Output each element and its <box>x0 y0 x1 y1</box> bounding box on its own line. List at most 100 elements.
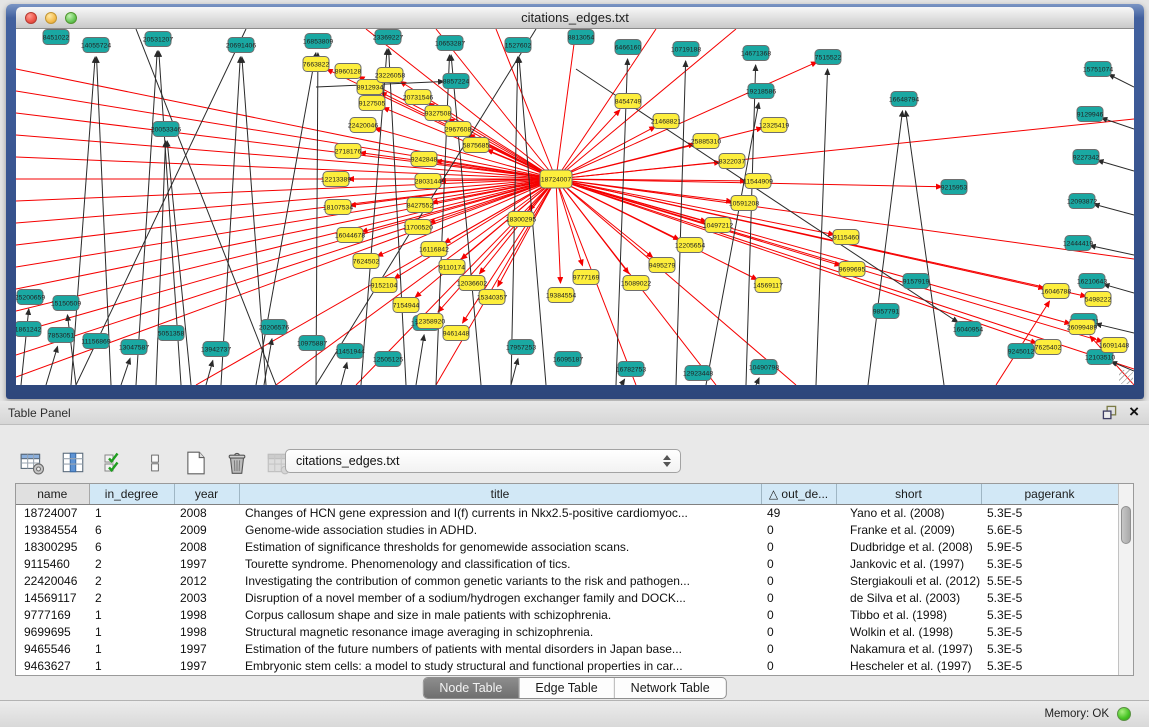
table-cell[interactable]: 0 <box>761 521 836 538</box>
table-cell[interactable]: 9699695 <box>16 623 89 640</box>
graph-node[interactable]: 25885310 <box>691 134 721 149</box>
graph-node[interactable]: 8960128 <box>335 64 362 79</box>
graph-node[interactable]: 13942737 <box>201 342 231 357</box>
graph-edge-black[interactable] <box>906 111 944 385</box>
graph-edge-red[interactable] <box>16 69 556 179</box>
graph-node[interactable]: 1861242 <box>16 322 41 337</box>
table-row[interactable]: 1872400712008Changes of HCN gene express… <box>16 504 1118 521</box>
delete-column-icon[interactable] <box>223 449 251 477</box>
graph-node[interactable]: 9215953 <box>941 180 968 195</box>
table-cell[interactable]: 0 <box>761 555 836 572</box>
graph-node[interactable]: 10591208 <box>729 196 759 211</box>
graph-edge-black[interactable] <box>136 51 157 385</box>
table-cell[interactable]: 9463627 <box>16 657 89 674</box>
tab-node-table[interactable]: Node Table <box>423 678 519 698</box>
table-row[interactable]: 1830029562008Estimation of significance … <box>16 538 1118 555</box>
table-cell[interactable]: 1 <box>89 623 174 640</box>
graph-node[interactable]: 12325419 <box>759 118 789 133</box>
table-cell[interactable]: Corpus callosum shape and size in male p… <box>239 606 761 623</box>
graph-edge-black[interactable] <box>868 111 903 385</box>
table-cell[interactable]: 9115460 <box>16 555 89 572</box>
graph-edge-black[interactable] <box>1094 204 1134 215</box>
float-panel-icon[interactable] <box>1102 405 1117 420</box>
graph-node[interactable]: 12036602 <box>457 276 487 291</box>
graph-node[interactable]: 11451944 <box>335 344 365 359</box>
graph-edge-red[interactable] <box>556 29 576 179</box>
graph-edge-black[interactable] <box>1096 324 1134 333</box>
graph-node[interactable]: 16116842 <box>419 242 449 257</box>
table-cell[interactable]: 0 <box>761 657 836 674</box>
graph-node[interactable]: 9495279 <box>649 258 676 273</box>
graph-edge-black[interactable] <box>756 378 759 385</box>
graph-edge-red[interactable] <box>556 179 1037 343</box>
graph-node[interactable]: 16648794 <box>889 92 919 107</box>
graph-node[interactable]: 9242848 <box>411 152 438 167</box>
table-cell[interactable]: Changes of HCN gene expression and I(f) … <box>239 504 761 521</box>
graph-node[interactable]: 12213389 <box>321 172 351 187</box>
table-cell[interactable]: 5.3E-5 <box>981 555 1118 572</box>
table-row[interactable]: 946362711997Embryonic stem cells: a mode… <box>16 657 1118 674</box>
table-cell[interactable]: Stergiakouli et al. (2012) <box>836 572 981 589</box>
column-header-in-degree[interactable]: in_degree <box>89 484 174 504</box>
graph-node[interactable]: 16782753 <box>616 362 646 377</box>
graph-node[interactable]: 8322037 <box>719 154 746 169</box>
graph-node[interactable]: 14055724 <box>81 38 111 53</box>
graph-node[interactable]: 9857791 <box>873 304 900 319</box>
table-row[interactable]: 1938455462009Genome-wide association stu… <box>16 521 1118 538</box>
graph-edge-black[interactable] <box>206 361 213 385</box>
graph-node[interactable]: 1527602 <box>505 38 532 53</box>
graph-node[interactable]: 19218586 <box>746 84 776 99</box>
table-cell[interactable]: Tourette syndrome. Phenomenology and cla… <box>239 555 761 572</box>
graph-node[interactable]: 10975887 <box>297 336 327 351</box>
table-cell[interactable]: 5.3E-5 <box>981 589 1118 606</box>
table-cell[interactable]: 1 <box>89 657 174 674</box>
graph-edge-black[interactable] <box>341 363 347 385</box>
table-cell[interactable]: 5.5E-5 <box>981 572 1118 589</box>
graph-edge-red[interactable] <box>436 29 556 179</box>
graph-node[interactable]: 17957253 <box>506 340 536 355</box>
graph-edge-red[interactable] <box>16 179 556 311</box>
graph-edge-black[interactable] <box>416 335 424 385</box>
graph-node[interactable]: 16044678 <box>335 228 365 243</box>
tab-edge-table[interactable]: Edge Table <box>519 678 614 698</box>
table-row[interactable]: 1456911722003Disruption of a novel membe… <box>16 589 1118 606</box>
table-cell[interactable]: 22420046 <box>16 572 89 589</box>
graph-node[interactable]: 6466160 <box>615 40 642 55</box>
table-cell[interactable]: 1997 <box>174 640 239 657</box>
table-cell[interactable]: Jankovic et al. (1997) <box>836 555 981 572</box>
table-cell[interactable]: Hescheler et al. (1997) <box>836 657 981 674</box>
graph-node[interactable]: 12205654 <box>675 238 705 253</box>
table-cell[interactable]: 9777169 <box>16 606 89 623</box>
graph-node[interactable]: 9157919 <box>903 274 930 289</box>
graph-node[interactable]: 8454749 <box>615 94 642 109</box>
graph-edge-red[interactable] <box>556 119 1134 179</box>
window-titlebar[interactable]: citations_edges.txt <box>16 7 1134 29</box>
graph-edge-red[interactable] <box>556 179 582 266</box>
table-cell[interactable]: 2008 <box>174 538 239 555</box>
graph-node[interactable]: 20731546 <box>403 90 433 105</box>
table-cell[interactable]: 2008 <box>174 504 239 521</box>
graph-node[interactable]: 10490798 <box>749 360 779 375</box>
graph-edge-black[interactable] <box>221 57 240 385</box>
row-height-icon[interactable] <box>141 449 169 477</box>
table-cell[interactable]: 1997 <box>174 555 239 572</box>
graph-node[interactable]: 2803144 <box>415 174 442 189</box>
table-cell[interactable]: 5.3E-5 <box>981 657 1118 674</box>
table-cell[interactable]: 49 <box>761 504 836 521</box>
graph-node[interactable]: 16853809 <box>303 34 333 49</box>
graph-edge-black[interactable] <box>242 57 266 385</box>
table-cell[interactable]: Dudbridge et al. (2008) <box>836 538 981 555</box>
graph-node[interactable]: 12358920 <box>415 314 445 329</box>
graph-node[interactable]: 12444419 <box>1063 236 1093 251</box>
graph-node[interactable]: 14569117 <box>753 278 783 293</box>
table-cell[interactable]: Nakamura et al. (1997) <box>836 640 981 657</box>
table-cell[interactable]: 2 <box>89 589 174 606</box>
column-header-name[interactable]: name <box>16 484 89 504</box>
network-canvas[interactable]: 1872400784510221405572420531207206914061… <box>16 29 1134 385</box>
graph-node[interactable]: 7663822 <box>303 57 330 72</box>
table-cell[interactable]: Disruption of a novel member of a sodium… <box>239 589 761 606</box>
column-header-title[interactable]: title <box>239 484 761 504</box>
graph-node[interactable]: 11156869 <box>81 334 110 349</box>
graph-node[interactable]: 13047587 <box>119 340 149 355</box>
graph-edge-red[interactable] <box>16 179 556 267</box>
